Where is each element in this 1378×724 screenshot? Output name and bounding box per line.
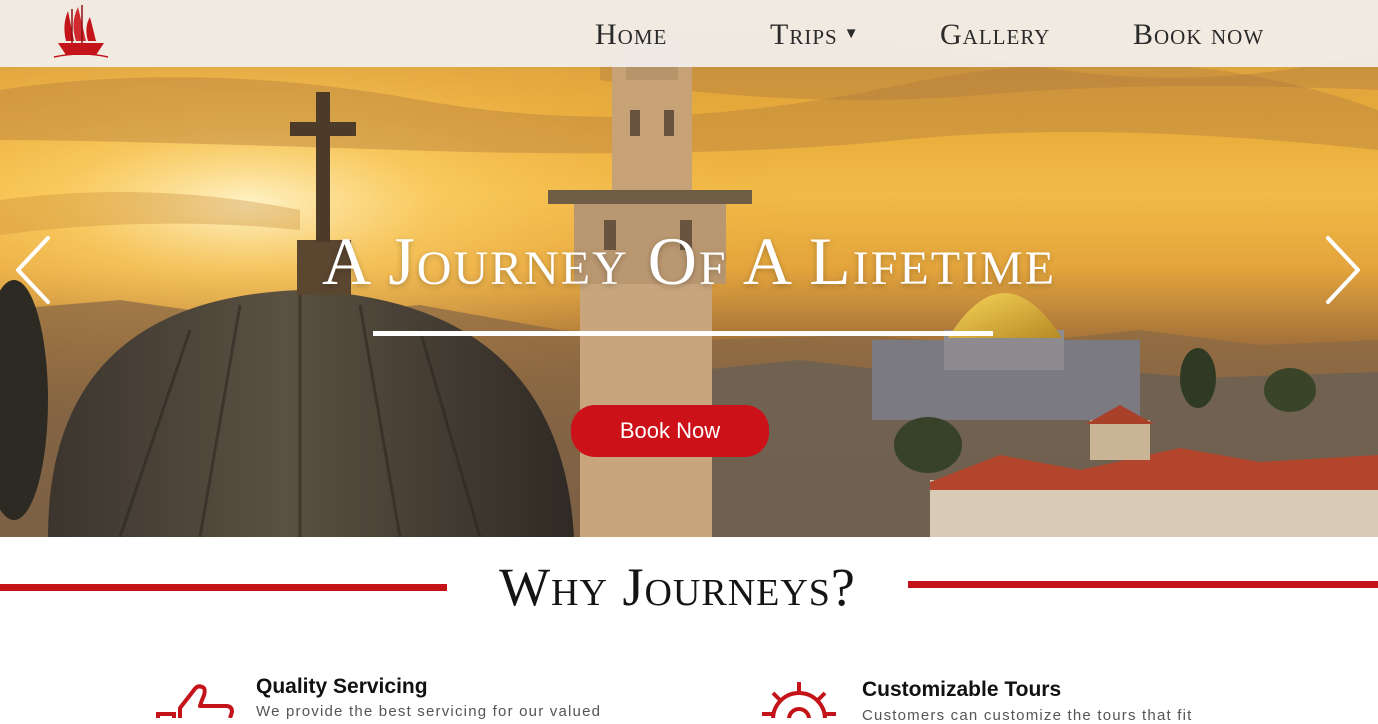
top-navbar: Home Trips ▼ Gallery Book now (0, 0, 1378, 67)
feature-desc-quality: We provide the best servicing for our va… (256, 703, 602, 720)
chevron-down-icon[interactable]: ▼ (844, 26, 860, 42)
section-divider-right (908, 581, 1378, 588)
hero-title: A Journey Of A Lifetime (321, 223, 1057, 299)
hero-divider (373, 331, 993, 336)
nav-gallery[interactable]: Gallery (940, 18, 1050, 58)
hero-slider: A Journey Of A Lifetime Book Now (0, 0, 1378, 537)
section-divider-left (0, 584, 447, 591)
nav-book-now[interactable]: Book now (1133, 18, 1264, 58)
nav-trips[interactable]: Trips ▼ (770, 18, 860, 58)
sailing-ship-logo[interactable] (52, 5, 110, 61)
nav-home[interactable]: Home (595, 18, 667, 58)
feature-title-quality: Quality Servicing (256, 675, 428, 698)
gear-icon (762, 682, 836, 718)
section-title: Why Journeys? (499, 557, 856, 617)
feature-title-customizable: Customizable Tours (862, 678, 1062, 701)
nav-trips-label: Trips (770, 18, 838, 51)
feature-desc-customizable: Customers can customize the tours that f… (862, 707, 1193, 724)
thumbs-up-icon (156, 684, 234, 718)
book-now-button[interactable]: Book Now (571, 405, 769, 457)
